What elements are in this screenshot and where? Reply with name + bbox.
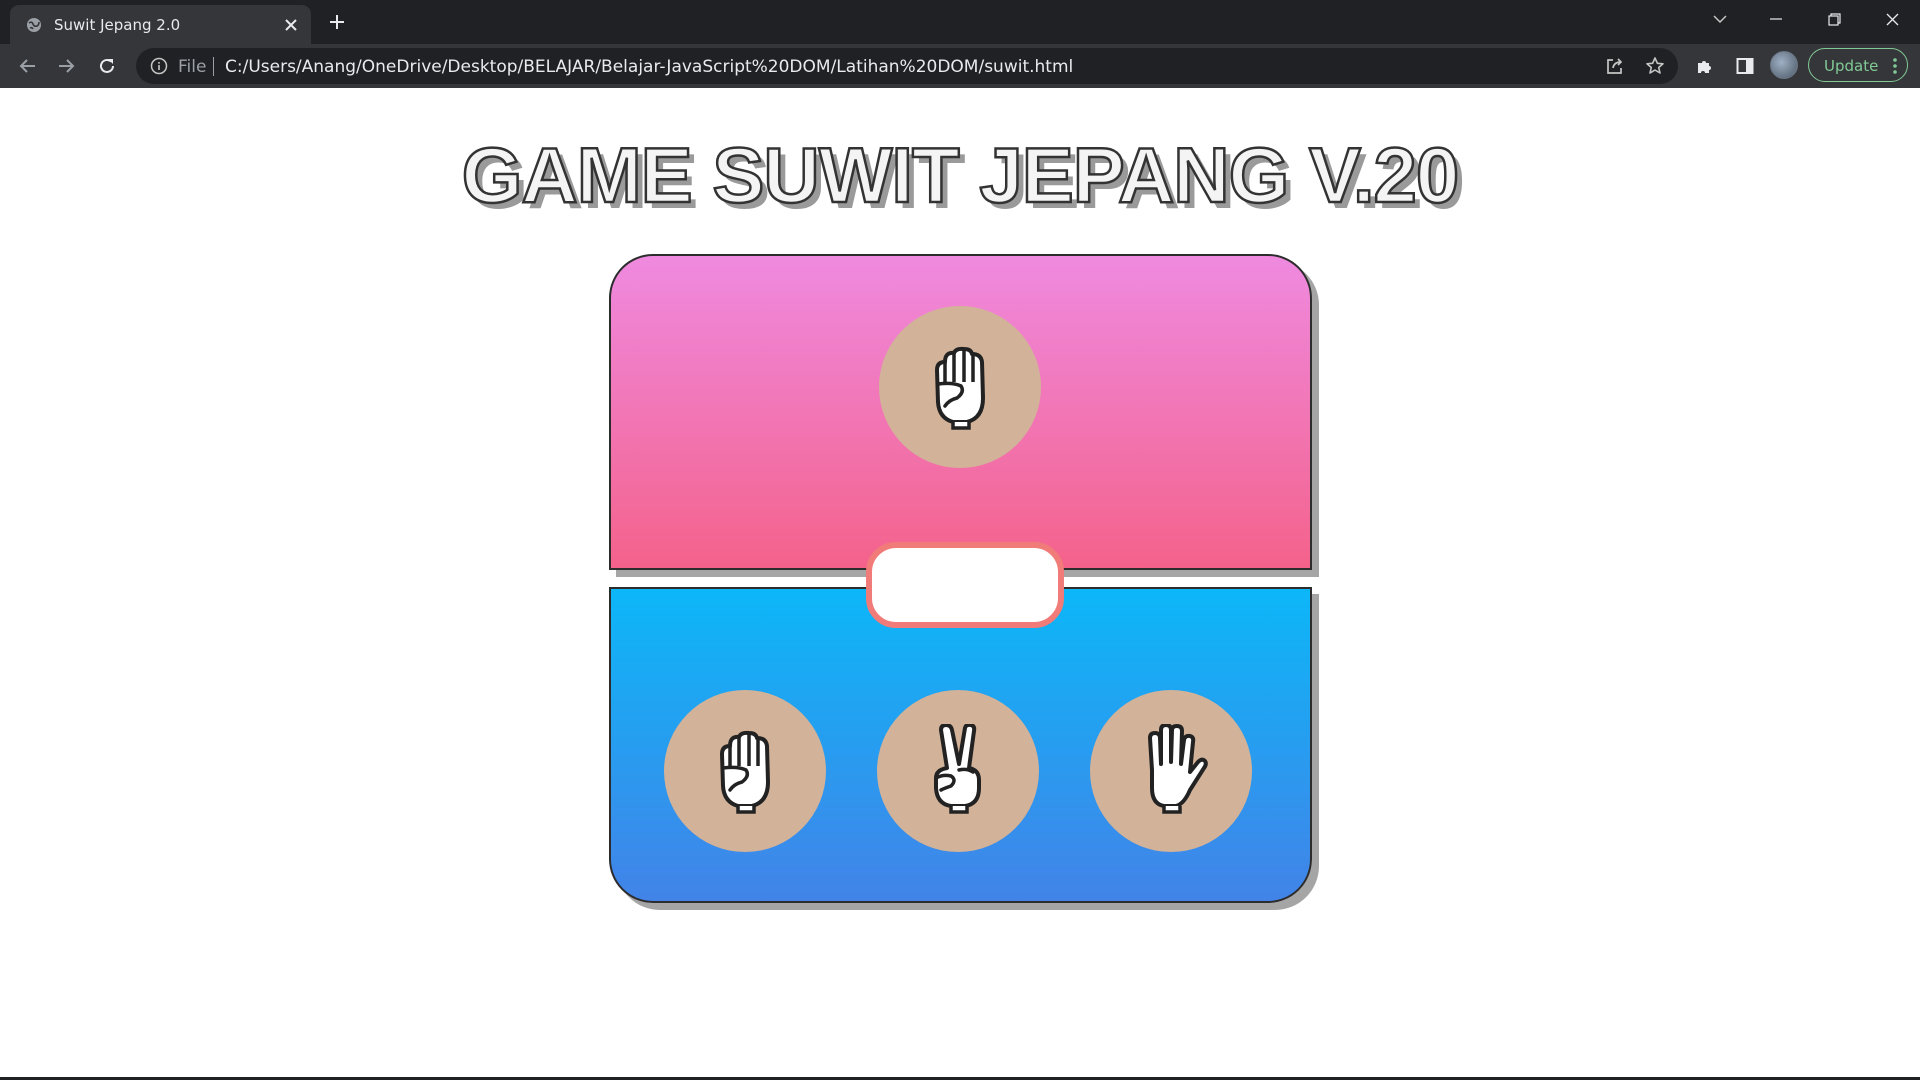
tab-search-icon[interactable] [1692, 0, 1748, 38]
update-label: Update [1824, 57, 1879, 75]
star-icon[interactable] [1644, 55, 1666, 77]
tab-strip: Suwit Jepang 2.0 [0, 0, 1920, 44]
fist-hand-icon [708, 724, 782, 819]
rock-button[interactable] [664, 690, 826, 852]
peace-hand-icon [921, 722, 995, 819]
globe-icon [26, 17, 42, 33]
paper-button[interactable] [1090, 690, 1252, 852]
page-title: GAME SUWIT JEPANG V.20 [460, 130, 1460, 221]
plus-icon[interactable] [325, 10, 349, 34]
scheme-label: File [178, 57, 207, 77]
open-hand-icon [1134, 722, 1208, 819]
window-close-icon[interactable] [1864, 0, 1920, 38]
side-panel-icon[interactable] [1734, 55, 1756, 77]
url-text[interactable]: C:/Users/Anang/OneDrive/Desktop/BELAJAR/… [225, 57, 1073, 77]
tab-title: Suwit Jepang 2.0 [54, 16, 181, 34]
browser-toolbar: File C:/Users/Anang/OneDrive/Desktop/BEL… [0, 44, 1920, 88]
address-bar[interactable]: File C:/Users/Anang/OneDrive/Desktop/BEL… [136, 48, 1678, 84]
computer-choice [879, 306, 1041, 468]
info-icon[interactable] [150, 57, 168, 75]
share-icon[interactable] [1604, 55, 1626, 77]
scissors-button[interactable] [877, 690, 1039, 852]
update-button[interactable]: Update [1808, 48, 1908, 82]
kebab-icon[interactable] [1893, 57, 1897, 75]
minimize-icon[interactable] [1748, 0, 1804, 38]
arrow-left-icon[interactable] [13, 52, 41, 80]
result-box [866, 542, 1064, 628]
profile-avatar[interactable] [1770, 51, 1798, 79]
fist-hand-icon [923, 340, 997, 435]
reload-icon[interactable] [93, 52, 121, 80]
close-icon[interactable] [281, 15, 301, 35]
browser-tab[interactable]: Suwit Jepang 2.0 [10, 5, 311, 44]
divider [213, 57, 214, 76]
puzzle-icon[interactable] [1694, 55, 1716, 77]
arrow-right-icon[interactable] [53, 52, 81, 80]
restore-icon[interactable] [1806, 0, 1862, 38]
